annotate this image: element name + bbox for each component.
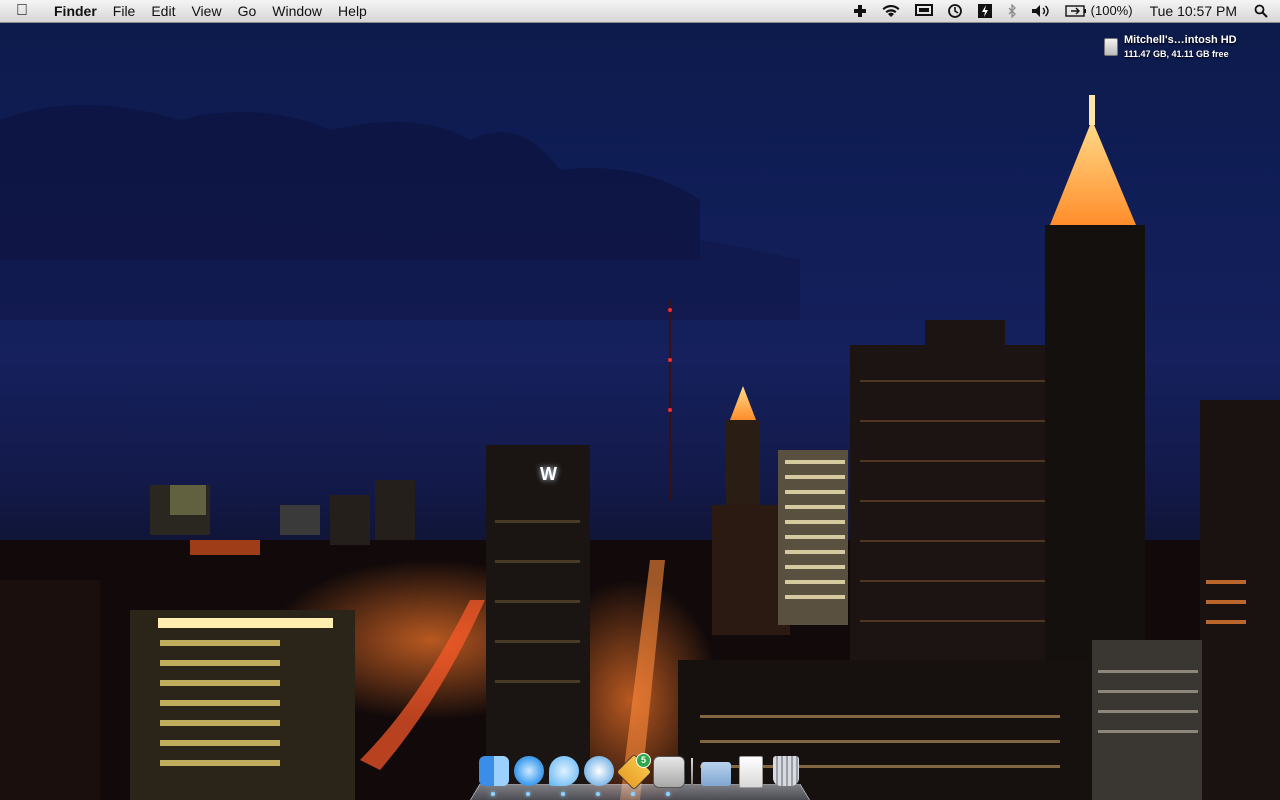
- running-indicator: [666, 792, 670, 796]
- ichat-icon[interactable]: [548, 756, 579, 786]
- dock-item-finder[interactable]: [476, 756, 511, 796]
- time-machine-icon[interactable]: [940, 3, 970, 19]
- running-indicator: [526, 792, 530, 796]
- menu-file[interactable]: File: [105, 0, 144, 22]
- music-file-icon[interactable]: [738, 756, 763, 788]
- dock-item-music-file[interactable]: [733, 756, 768, 796]
- city-skyline-image: [0, 95, 1280, 800]
- volume-icon[interactable]: [1024, 4, 1058, 18]
- hard-drive-icon[interactable]: [1104, 38, 1118, 56]
- dock-items: 5: [476, 753, 803, 796]
- menu-view[interactable]: View: [183, 0, 229, 22]
- battery-percent: (100%): [1090, 3, 1133, 18]
- dock: 5: [470, 752, 810, 800]
- running-indicator: [561, 792, 565, 796]
- dock-item-safari[interactable]: [511, 756, 546, 796]
- dock-item-documents[interactable]: [698, 756, 733, 796]
- plus-status-icon[interactable]: [846, 4, 874, 18]
- running-indicator: [491, 792, 495, 796]
- dock-item-ichat[interactable]: [546, 756, 581, 796]
- menu-edit[interactable]: Edit: [143, 0, 183, 22]
- menu-help[interactable]: Help: [330, 0, 375, 22]
- dock-item-transmission[interactable]: 5: [615, 753, 652, 796]
- desktop-disk-item[interactable]: Mitchell's…intosh HD 111.47 GB, 41.11 GB…: [1104, 34, 1274, 74]
- disk-name[interactable]: Mitchell's…intosh HD: [1124, 34, 1237, 46]
- notification-badge: 5: [636, 753, 651, 768]
- dashboard-status-icon[interactable]: [970, 3, 1000, 19]
- battery-icon: [1064, 5, 1086, 17]
- spotlight-search-icon[interactable]: [1247, 4, 1280, 18]
- building-sign-w: W: [540, 464, 557, 484]
- dock-separator: [691, 758, 693, 792]
- wifi-icon[interactable]: [874, 4, 908, 18]
- menu-window[interactable]: Window: [264, 0, 330, 22]
- menu-clock[interactable]: Tue 10:57 PM: [1140, 0, 1247, 22]
- app-menu-finder[interactable]: Finder: [44, 0, 105, 22]
- dock-item-itunes[interactable]: [581, 756, 616, 796]
- display-mirroring-icon[interactable]: [908, 4, 940, 18]
- system-preferences-icon[interactable]: [652, 756, 685, 788]
- running-indicator: [596, 792, 600, 796]
- dock-item-system-preferences[interactable]: [651, 756, 686, 796]
- running-indicator: [631, 792, 635, 796]
- safari-icon[interactable]: [513, 756, 544, 786]
- bluetooth-icon[interactable]: [1000, 4, 1024, 18]
- itunes-icon[interactable]: [583, 756, 614, 786]
- trash-icon[interactable]: [772, 756, 799, 786]
- finder-icon[interactable]: [478, 756, 509, 786]
- menu-bar:  Finder File Edit View Go Window Help: [0, 0, 1280, 23]
- disk-info: 111.47 GB, 41.11 GB free: [1124, 49, 1229, 59]
- desktop-wallpaper: W: [0, 0, 1280, 800]
- battery-status[interactable]: (100%): [1058, 0, 1140, 22]
- apple-menu-icon[interactable]: : [0, 0, 44, 22]
- dock-item-trash[interactable]: [768, 756, 803, 796]
- menu-go[interactable]: Go: [230, 0, 265, 22]
- documents-folder-icon[interactable]: [700, 762, 731, 786]
